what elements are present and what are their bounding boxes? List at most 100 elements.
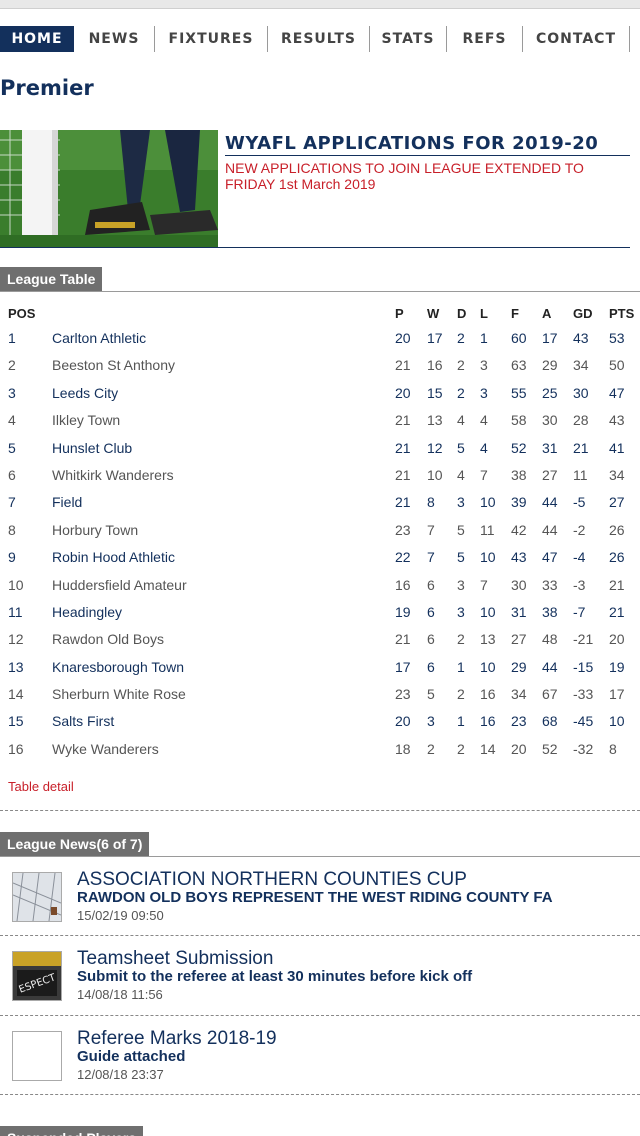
table-cell-a: 30	[542, 412, 558, 429]
table-cell-team[interactable]: Ilkley Town	[52, 412, 120, 428]
table-cell-f: 20	[511, 740, 527, 757]
table-cell-l: 14	[480, 740, 496, 757]
table-cell-p: 21	[395, 631, 411, 648]
table-cell-d: 3	[457, 576, 465, 593]
table-cell-pts: 26	[609, 521, 625, 538]
table-cell-a: 68	[542, 713, 558, 730]
nav-fixtures[interactable]: FIXTURES	[155, 26, 268, 52]
table-cell-team[interactable]: Rawdon Old Boys	[52, 631, 164, 647]
divider	[0, 810, 640, 811]
table-header-row: POS P W D L F A GD PTS	[0, 300, 640, 324]
table-row: 12 Rawdon Old Boys 21 6 2 13 27 48 -21 20	[0, 625, 640, 652]
table-cell-w: 6	[427, 658, 435, 675]
news-title[interactable]: ASSOCIATION NORTHERN COUNTIES CUP	[77, 869, 467, 891]
table-cell-team[interactable]: Knaresborough Town	[52, 659, 184, 675]
goal-net-photo-icon	[12, 872, 62, 922]
table-row: 6 Whitkirk Wanderers 21 10 4 7 38 27 11 34	[0, 461, 640, 488]
table-cell-pos: 12	[8, 631, 24, 648]
table-cell-pos: 11	[8, 603, 23, 620]
table-row: 13 Knaresborough Town 17 6 1 10 29 44 -15 19	[0, 653, 640, 680]
divider	[0, 1094, 640, 1095]
table-cell-d: 3	[457, 494, 465, 511]
table-cell-gd: -33	[573, 686, 594, 703]
divider	[0, 1015, 640, 1016]
table-cell-a: 67	[542, 686, 558, 703]
table-cell-a: 47	[542, 549, 558, 566]
table-cell-d: 2	[457, 740, 465, 757]
table-cell-team[interactable]: Sherburn White Rose	[52, 686, 186, 702]
table-cell-pos: 16	[8, 740, 24, 757]
table-cell-team[interactable]: Leeds City	[52, 385, 118, 401]
banner-title[interactable]: WYAFL APPLICATIONS FOR 2019-20	[225, 133, 598, 154]
table-cell-f: 60	[511, 330, 527, 346]
table-cell-team[interactable]: Field	[52, 494, 82, 510]
table-cell-l: 7	[480, 576, 488, 593]
table-row: 8 Horbury Town 23 7 5 11 42 44 -2 26	[0, 516, 640, 543]
table-cell-team[interactable]: Hunslet Club	[52, 440, 132, 456]
table-cell-f: 43	[511, 549, 527, 566]
nav-stats[interactable]: STATS	[370, 26, 447, 52]
nav-home[interactable]: HOME	[0, 26, 74, 52]
table-cell-team[interactable]: Robin Hood Athletic	[52, 549, 175, 565]
news-banner[interactable]: WYAFL APPLICATIONS FOR 2019-20 NEW APPLI…	[0, 130, 630, 248]
table-cell-pts: 21	[609, 603, 625, 620]
table-cell-p: 23	[395, 521, 411, 538]
table-row: 11 Headingley 19 6 3 10 31 38 -7 21	[0, 598, 640, 625]
col-p-header: P	[395, 306, 404, 321]
nav-refs[interactable]: REFS	[447, 26, 523, 52]
table-cell-pts: 47	[609, 384, 625, 401]
news-title[interactable]: Teamsheet Submission	[77, 948, 273, 970]
table-cell-p: 23	[395, 686, 411, 703]
table-cell-pos: 7	[8, 494, 16, 511]
table-cell-a: 17	[542, 330, 558, 346]
table-cell-team[interactable]: Horbury Town	[52, 522, 138, 538]
table-cell-p: 16	[395, 576, 411, 593]
table-cell-team[interactable]: Headingley	[52, 604, 122, 620]
table-cell-p: 20	[395, 713, 411, 730]
table-cell-a: 33	[542, 576, 558, 593]
table-detail-link[interactable]: Table detail	[8, 779, 74, 794]
table-cell-w: 6	[427, 576, 435, 593]
table-cell-pts: 21	[609, 576, 625, 593]
table-cell-w: 13	[427, 412, 443, 429]
table-cell-team[interactable]: Huddersfield Amateur	[52, 577, 187, 593]
table-cell-f: 23	[511, 713, 527, 730]
table-cell-gd: -5	[573, 494, 586, 511]
nav-news[interactable]: NEWS	[74, 26, 155, 52]
table-cell-f: 63	[511, 357, 527, 374]
table-cell-l: 10	[480, 494, 496, 511]
table-cell-l: 3	[480, 357, 488, 374]
table-cell-f: 34	[511, 686, 527, 703]
table-cell-team[interactable]: Whitkirk Wanderers	[52, 467, 174, 483]
table-cell-team[interactable]: Wyke Wanderers	[52, 741, 159, 757]
table-cell-pts: 50	[609, 357, 625, 374]
browser-top-strip	[0, 0, 640, 9]
table-cell-team[interactable]: Salts First	[52, 713, 114, 729]
table-cell-team[interactable]: Carlton Athletic	[52, 330, 146, 346]
league-table: POS P W D L F A GD PTS 1 Carlton Athletic…	[0, 300, 640, 762]
nav-results[interactable]: RESULTS	[268, 26, 370, 52]
table-cell-pts: 27	[609, 494, 625, 511]
table-cell-team[interactable]: Beeston St Anthony	[52, 357, 175, 373]
table-cell-pos: 6	[8, 466, 16, 483]
table-row: 16 Wyke Wanderers 18 2 2 14 20 52 -32 8	[0, 735, 640, 762]
table-cell-f: 58	[511, 412, 527, 429]
news-subtitle: RAWDON OLD BOYS REPRESENT THE WEST RIDIN…	[77, 889, 553, 906]
table-cell-w: 7	[427, 549, 435, 566]
table-cell-f: 27	[511, 631, 527, 648]
table-cell-w: 2	[427, 740, 435, 757]
nav-contact[interactable]: CONTACT	[523, 26, 630, 52]
news-title[interactable]: Referee Marks 2018-19	[77, 1028, 277, 1050]
table-row: 2 Beeston St Anthony 21 16 2 3 63 29 34 50	[0, 351, 640, 378]
table-cell-d: 2	[457, 330, 465, 346]
table-row: 14 Sherburn White Rose 23 5 2 16 34 67 -33 17	[0, 680, 640, 707]
table-cell-d: 4	[457, 466, 465, 483]
table-cell-pts: 8	[609, 740, 617, 757]
table-cell-d: 2	[457, 686, 465, 703]
table-cell-p: 21	[395, 466, 411, 483]
table-cell-d: 1	[457, 713, 465, 730]
table-cell-p: 22	[395, 549, 411, 566]
table-cell-gd: 30	[573, 384, 589, 401]
table-cell-p: 21	[395, 494, 411, 511]
col-pts-header: PTS	[609, 306, 635, 321]
